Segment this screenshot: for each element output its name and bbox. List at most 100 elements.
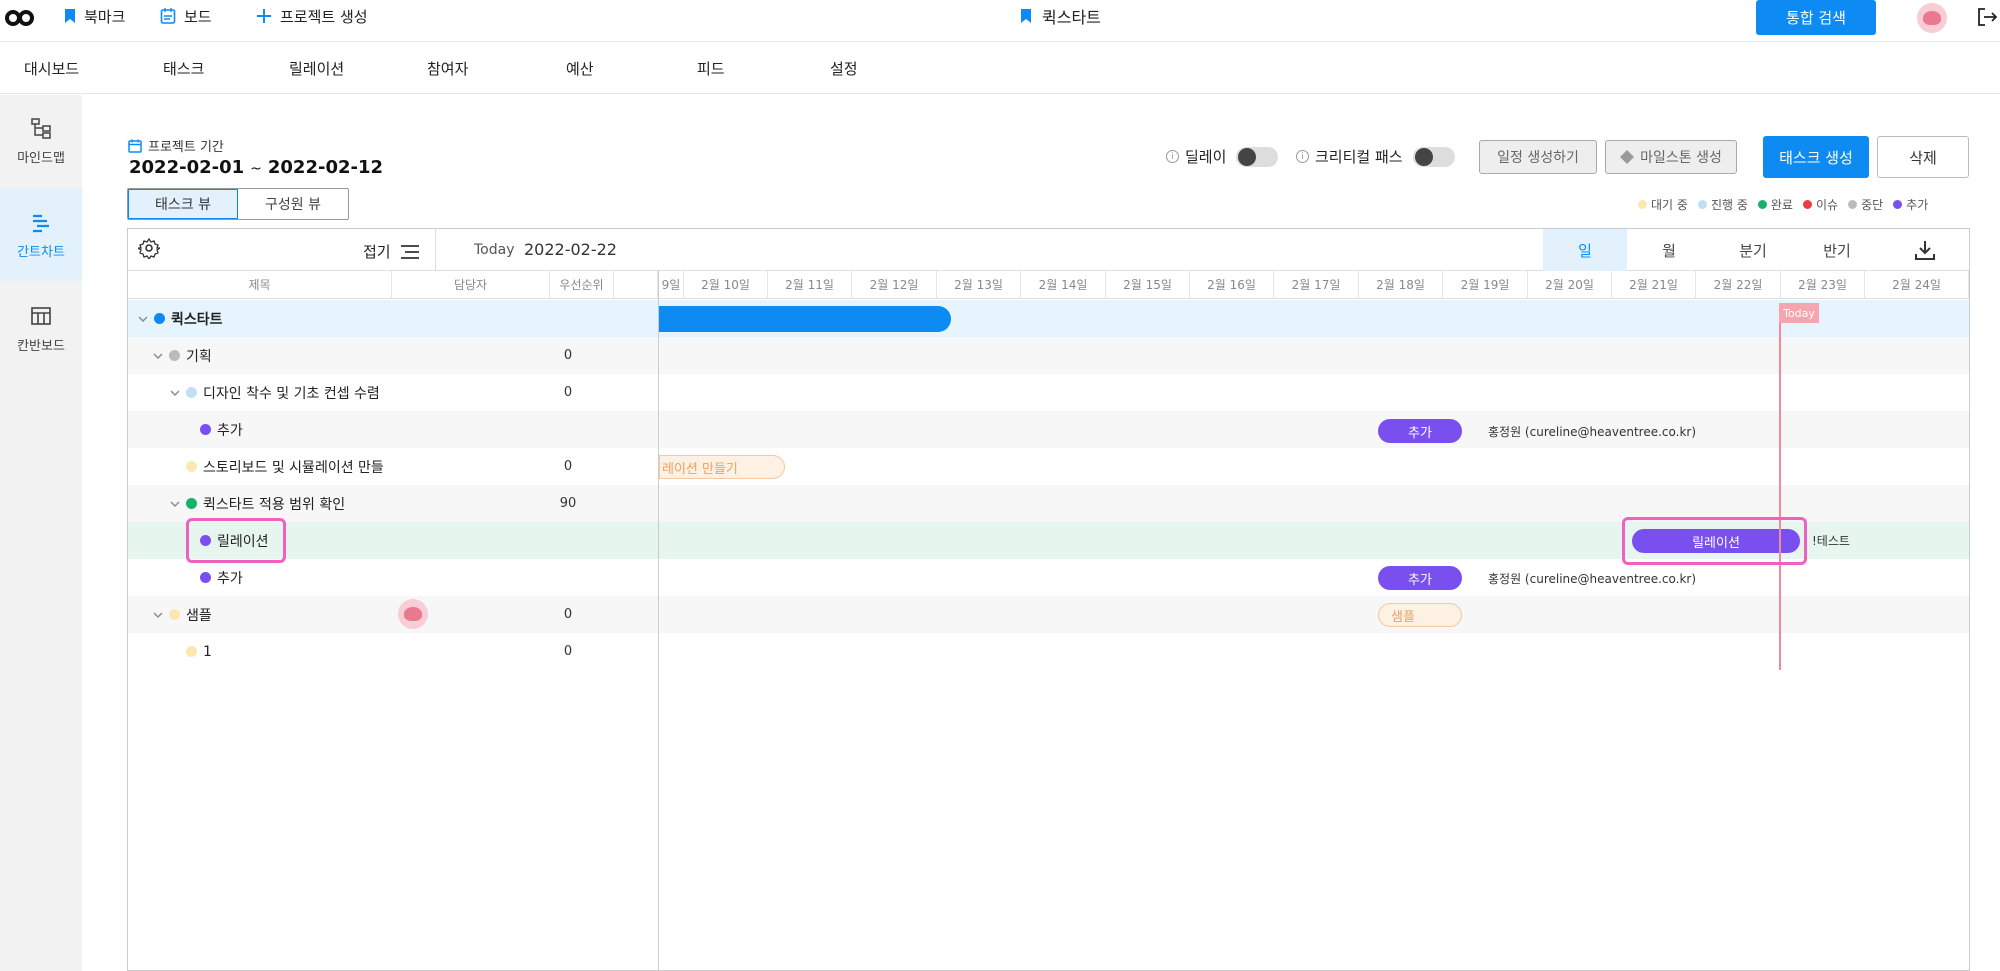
bookmark-icon (1021, 9, 1031, 23)
task-row[interactable]: 퀵스타트 (128, 300, 1969, 337)
chevron-down-icon[interactable] (153, 351, 163, 361)
fold-label: 접기 (363, 243, 391, 261)
logout-icon[interactable] (1976, 6, 1998, 28)
calendar-icon (128, 139, 142, 153)
scale-tab-half[interactable]: 반기 (1795, 229, 1879, 271)
gantt-bar-sample[interactable]: 샘플 (1378, 603, 1462, 627)
scale-tab-day[interactable]: 일 (1543, 229, 1627, 271)
mindmap-icon (31, 117, 51, 139)
task-name-cell: 스토리보드 및 시뮬레이션 만들 (186, 448, 384, 485)
view-sidebar: 마인드맵 간트차트 칸반보드 (0, 95, 82, 971)
date-column: 2월 10일 (684, 271, 768, 299)
gantt-bar-storyboard[interactable]: 레이션 만들기 (659, 455, 785, 479)
bar-assignee-label: 홍정원 (cureline@heaventree.co.kr) (1488, 425, 1697, 439)
column-priority: 우선순위 (550, 271, 614, 299)
task-row[interactable]: 1 0 (128, 633, 1969, 670)
critical-path-toggle[interactable] (1412, 146, 1455, 167)
period-start: 2022-02-01 (129, 157, 245, 178)
task-row[interactable]: 샘플 0 (128, 596, 1969, 633)
bar-assignee-label: 홍정원 (cureline@heaventree.co.kr) (1488, 572, 1697, 586)
download-icon[interactable] (1914, 239, 1936, 261)
legend-stopped: 중단 (1848, 196, 1883, 213)
sidebar-item-label: 마인드맵 (17, 150, 65, 166)
chevron-down-icon[interactable] (153, 610, 163, 620)
legend-label: 대기 중 (1651, 198, 1688, 212)
legend-label: 추가 (1906, 198, 1929, 212)
gantt-toolbar: 접기 Today 2022-02-22 일 월 분기 반기 (128, 229, 1969, 271)
tab-feed[interactable]: 피드 (697, 58, 725, 79)
legend-dot (1757, 200, 1767, 209)
status-dot (169, 609, 180, 620)
board-label: 보드 (184, 7, 212, 26)
toolbar-divider (435, 229, 436, 271)
sidebar-item-mindmap[interactable]: 마인드맵 (0, 95, 82, 187)
critical-path-toggle-group: i 크리티컬 패스 (1296, 146, 1455, 167)
gear-icon[interactable] (138, 237, 160, 259)
task-row-info: 스토리보드 및 시뮬레이션 만들 0 (128, 448, 658, 485)
create-project-button[interactable]: 프로젝트 생성 (256, 4, 368, 28)
gantt-bar-add[interactable]: 추가 (1378, 566, 1462, 590)
app-logo-icon[interactable] (4, 6, 36, 30)
task-name-cell: 샘플 (153, 596, 212, 633)
delay-toggle[interactable] (1236, 146, 1279, 167)
chevron-down-icon[interactable] (170, 388, 180, 398)
bookmark-menu[interactable]: 북마크 (64, 4, 125, 28)
task-row[interactable]: 디자인 착수 및 기초 컨셉 수렴 0 (128, 374, 1969, 411)
date-column: 2월 20일 (1528, 271, 1612, 299)
legend-label: 완료 (1770, 198, 1793, 212)
gantt-bar-add[interactable]: 추가 (1378, 419, 1462, 443)
chevron-down-icon[interactable] (138, 314, 148, 324)
global-search-button[interactable]: 통합 검색 (1756, 0, 1876, 35)
date-column: 2월 21일 (1612, 271, 1696, 299)
scale-tab-month[interactable]: 월 (1627, 229, 1711, 271)
info-icon[interactable]: i (1166, 150, 1179, 163)
today-marker-tag: Today (1779, 303, 1819, 323)
make-schedule-button[interactable]: 일정 생성하기 (1479, 140, 1597, 174)
user-avatar[interactable] (1917, 3, 1947, 33)
tab-participants[interactable]: 참여자 (427, 58, 468, 79)
create-task-button[interactable]: 태스크 생성 (1763, 136, 1869, 178)
plus-icon (257, 9, 271, 23)
column-assignee: 담당자 (392, 271, 550, 299)
task-view-tab[interactable]: 태스크 뷰 (128, 189, 238, 219)
chevron-down-icon[interactable] (170, 499, 180, 509)
task-row[interactable]: 기획 0 (128, 337, 1969, 374)
date-column: 2월 19일 (1443, 271, 1528, 299)
create-milestone-button[interactable]: 마일스톤 생성 (1605, 140, 1737, 174)
tab-settings[interactable]: 설정 (830, 58, 858, 79)
pane-divider[interactable] (658, 271, 659, 971)
task-name-cell: 기획 (153, 337, 212, 374)
task-name: 추가 (217, 570, 243, 587)
sidebar-item-gantt[interactable]: 간트차트 (0, 189, 82, 281)
status-dot (154, 313, 165, 324)
sidebar-item-label: 칸반보드 (17, 338, 65, 354)
legend-label: 이슈 (1815, 198, 1839, 212)
tab-tasks[interactable]: 태스크 (163, 58, 204, 79)
sidebar-item-kanban[interactable]: 칸반보드 (0, 283, 82, 375)
tab-dashboard[interactable]: 대시보드 (24, 58, 79, 79)
task-row[interactable]: 스토리보드 및 시뮬레이션 만들 0 (128, 448, 1969, 485)
task-name-cell: 추가 (200, 411, 243, 448)
date-column: 2월 24일 (1865, 271, 1969, 299)
delete-button[interactable]: 삭제 (1877, 136, 1969, 178)
scale-tab-quarter[interactable]: 분기 (1711, 229, 1795, 271)
member-view-tab[interactable]: 구성원 뷰 (238, 189, 348, 219)
date-column: 2월 23일 (1781, 271, 1865, 299)
gantt-bar-quickstart[interactable] (659, 306, 951, 332)
tab-budget[interactable]: 예산 (566, 58, 594, 79)
assignee-avatar[interactable] (398, 599, 428, 629)
status-dot (186, 461, 197, 472)
task-name-cell: 퀵스타트 적용 범위 확인 (170, 485, 345, 522)
board-menu[interactable]: 보드 (160, 4, 212, 28)
priority-cell: 0 (563, 607, 573, 622)
fold-button[interactable]: 접기 (363, 241, 419, 262)
task-name-cell: 1 (186, 633, 212, 670)
critical-path-label: 크리티컬 패스 (1315, 148, 1403, 166)
legend-dot (1697, 200, 1707, 209)
board-icon (160, 8, 176, 24)
today-label[interactable]: Today (474, 242, 515, 258)
tab-relations[interactable]: 릴레이션 (289, 58, 344, 79)
legend-added: 추가 (1893, 196, 1928, 213)
info-icon[interactable]: i (1296, 150, 1309, 163)
status-dot (200, 572, 211, 583)
